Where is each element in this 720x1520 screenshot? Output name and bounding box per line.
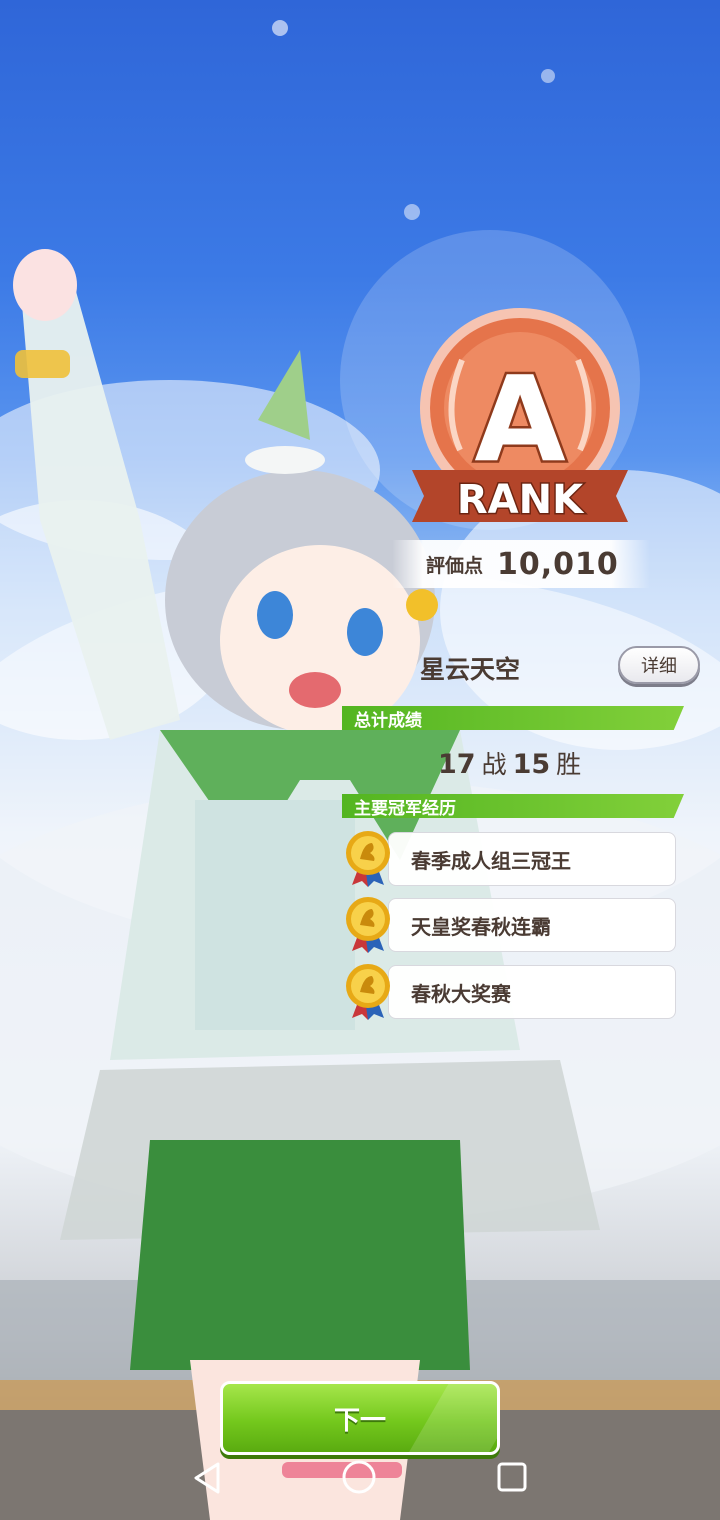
title-item: 春秋大奖赛	[388, 965, 676, 1019]
race-count: 17	[438, 749, 476, 780]
total-record-label: 总计成绩	[354, 710, 422, 731]
score-value: 10,010	[497, 546, 619, 582]
win-count: 15	[512, 749, 551, 780]
score-bar: 評価点 10,010	[392, 540, 650, 588]
gold-medal-icon	[346, 964, 390, 1020]
next-button[interactable]: 下一	[220, 1381, 500, 1455]
race-unit: 战	[481, 750, 507, 779]
title-item: 天皇奖春秋连霸	[388, 898, 676, 952]
recent-square-icon[interactable]	[496, 1461, 528, 1493]
win-unit: 胜	[556, 750, 582, 779]
title-item-label: 天皇奖春秋连霸	[411, 914, 551, 939]
title-item: 春季成人组三冠王	[388, 832, 676, 886]
rank-badge-icon: A RANK	[412, 308, 628, 525]
back-triangle-icon[interactable]	[190, 1460, 226, 1496]
title-item-label: 春秋大奖赛	[411, 981, 511, 1006]
gold-medal-icon	[346, 831, 390, 887]
race-record: 17 战 15 胜	[438, 745, 587, 781]
rank-label: RANK	[457, 477, 585, 523]
total-record-header: 总计成绩	[342, 706, 684, 730]
titles-header: 主要冠军经历	[342, 794, 684, 818]
next-button-label: 下一	[333, 1405, 386, 1436]
title-item-label: 春季成人组三冠王	[411, 848, 571, 873]
detail-button[interactable]: 详细	[618, 646, 700, 684]
gold-medal-icon	[346, 897, 390, 953]
home-circle-icon[interactable]	[340, 1458, 378, 1496]
titles-label: 主要冠军经历	[354, 798, 456, 819]
character-name: 星云天空	[420, 655, 521, 684]
character-illustration	[13, 249, 600, 1520]
rank-letter: A	[474, 350, 565, 488]
score-label: 評価点	[426, 554, 484, 577]
